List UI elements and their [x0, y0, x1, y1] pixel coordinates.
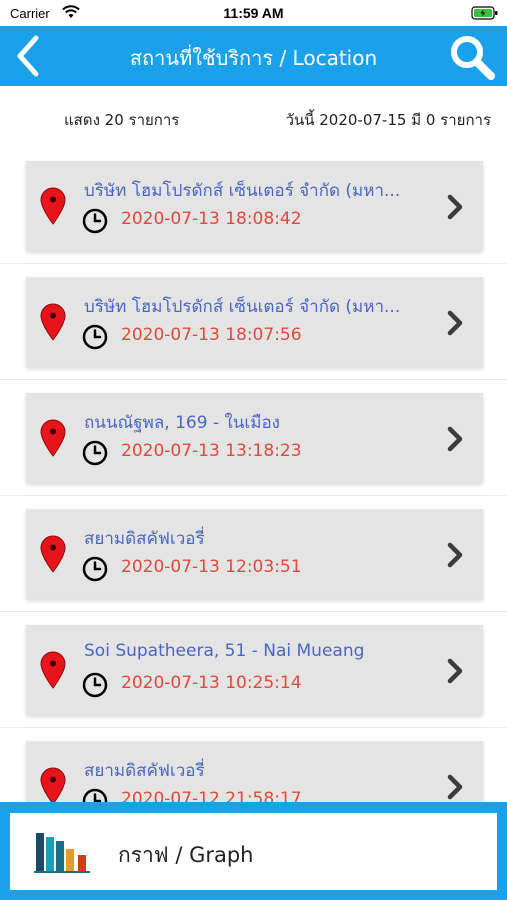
chevron-right-icon	[447, 194, 463, 220]
location-card[interactable]: สยามดิสคัฟเวอรี่ 2020-07-12 21:58:17	[26, 741, 483, 808]
place-name: Soi Supatheera, 51 - Nai Mueang	[84, 641, 365, 661]
search-button[interactable]	[447, 32, 497, 82]
map-pin-icon	[40, 767, 66, 805]
back-button[interactable]	[10, 34, 50, 78]
clock-icon	[82, 324, 108, 350]
status-bar: Carrier 11:59 AM	[0, 0, 507, 26]
visit-timestamp: 2020-07-13 12:03:51	[121, 557, 302, 577]
chevron-right-icon	[447, 426, 463, 452]
item-count-label: แสดง 20 รายการ	[64, 111, 180, 129]
summary-row: แสดง 20 รายการ วันนี้ 2020-07-15 มี 0 รา…	[0, 104, 507, 130]
chevron-right-icon	[447, 658, 463, 684]
place-name: ถนนณัฐพล, 169 - ในเมือง	[84, 413, 280, 433]
map-pin-icon	[40, 303, 66, 341]
place-name: บริษัท โฮมโปรดักส์ เซ็นเตอร์ จำกัด (มหา.…	[84, 297, 401, 317]
bar-chart-icon	[34, 833, 90, 873]
location-card[interactable]: บริษัท โฮมโปรดักส์ เซ็นเตอร์ จำกัด (มหา.…	[26, 277, 483, 367]
page-title: สถานที่ใช้บริการ / Location	[129, 46, 378, 70]
chevron-left-icon	[17, 35, 39, 77]
map-pin-icon	[40, 187, 66, 225]
clock-icon	[82, 556, 108, 582]
clock-icon	[82, 672, 108, 698]
list-item[interactable]: บริษัท โฮมโปรดักส์ เซ็นเตอร์ จำกัด (มหา.…	[0, 148, 507, 264]
list-item[interactable]: บริษัท โฮมโปรดักส์ เซ็นเตอร์ จำกัด (มหา.…	[0, 264, 507, 380]
clock-icon	[82, 208, 108, 234]
navigation-bar: สถานที่ใช้บริการ / Location	[0, 26, 507, 86]
map-pin-icon	[40, 651, 66, 689]
location-card[interactable]: Soi Supatheera, 51 - Nai Mueang 2020-07-…	[26, 625, 483, 715]
clock-time: 11:59 AM	[223, 5, 284, 21]
location-card[interactable]: ถนนณัฐพล, 169 - ในเมือง 2020-07-13 13:18…	[26, 393, 483, 483]
place-name: บริษัท โฮมโปรดักส์ เซ็นเตอร์ จำกัด (มหา.…	[84, 181, 401, 201]
chevron-right-icon	[447, 542, 463, 568]
today-summary-label: วันนี้ 2020-07-15 มี 0 รายการ	[285, 111, 491, 129]
map-pin-icon	[40, 535, 66, 573]
place-name: สยามดิสคัฟเวอรี่	[84, 761, 205, 781]
location-card[interactable]: สยามดิสคัฟเวอรี่ 2020-07-13 12:03:51	[26, 509, 483, 599]
graph-footer: กราฟ / Graph	[0, 802, 507, 900]
chevron-right-icon	[447, 774, 463, 800]
list-item[interactable]: สยามดิสคัฟเวอรี่ 2020-07-13 12:03:51	[0, 496, 507, 612]
graph-button-label: กราฟ / Graph	[118, 843, 254, 867]
clock-icon	[82, 440, 108, 466]
location-list: บริษัท โฮมโปรดักส์ เซ็นเตอร์ จำกัด (มหา.…	[0, 148, 507, 808]
list-item[interactable]: สยามดิสคัฟเวอรี่ 2020-07-12 21:58:17	[0, 728, 507, 808]
visit-timestamp: 2020-07-13 10:25:14	[121, 673, 302, 693]
search-icon	[451, 36, 495, 80]
map-pin-icon	[40, 419, 66, 457]
place-name: สยามดิสคัฟเวอรี่	[84, 529, 205, 549]
graph-button[interactable]: กราฟ / Graph	[10, 813, 497, 890]
list-item[interactable]: ถนนณัฐพล, 169 - ในเมือง 2020-07-13 13:18…	[0, 380, 507, 496]
list-item[interactable]: Soi Supatheera, 51 - Nai Mueang 2020-07-…	[0, 612, 507, 728]
visit-timestamp: 2020-07-13 18:07:56	[121, 325, 302, 345]
visit-timestamp: 2020-07-13 13:18:23	[121, 441, 302, 461]
chevron-right-icon	[447, 310, 463, 336]
battery-icon	[471, 6, 498, 20]
location-card[interactable]: บริษัท โฮมโปรดักส์ เซ็นเตอร์ จำกัด (มหา.…	[26, 161, 483, 251]
visit-timestamp: 2020-07-13 18:08:42	[121, 209, 302, 229]
